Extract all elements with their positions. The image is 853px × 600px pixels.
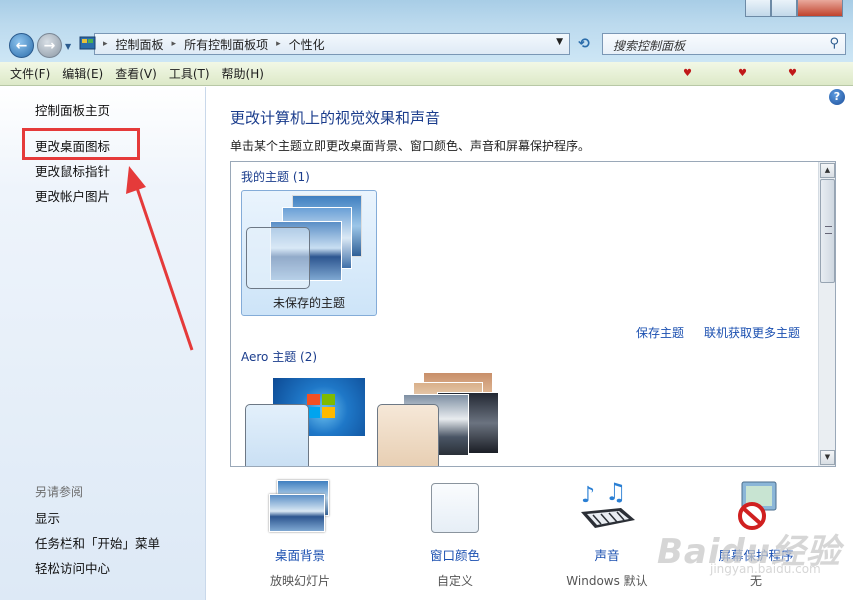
- theme-window-color-swatch: [245, 404, 309, 466]
- desktop-background-icon: [267, 480, 333, 535]
- menu-decoration-icon: ♥: [738, 68, 747, 79]
- back-button[interactable]: ←: [9, 33, 34, 58]
- sidebar-link-mouse-pointer[interactable]: 更改鼠标指针: [35, 161, 110, 180]
- theme-window-color-swatch: [377, 404, 439, 466]
- windows-logo-icon: [307, 394, 335, 418]
- baidu-watermark-url: jingyan.baidu.com: [710, 562, 821, 576]
- desktop-background-title: 桌面背景: [274, 548, 325, 563]
- arrow-right-icon: →: [43, 37, 56, 54]
- menu-tools[interactable]: 工具(T): [169, 65, 210, 82]
- menu-decoration-icon: ♥: [788, 68, 797, 79]
- window-color-item[interactable]: 窗口颜色 自定义: [385, 480, 525, 589]
- menu-bar: 文件(F) 编辑(E) 查看(V) 工具(T) 帮助(H) ♥ ♥ ♥: [0, 62, 853, 86]
- help-icon[interactable]: ?: [829, 89, 845, 105]
- annotation-arrow-icon: [126, 166, 194, 351]
- see-also-display[interactable]: 显示: [35, 508, 60, 527]
- sound-icon: ♪ ♫: [577, 478, 637, 535]
- menu-file[interactable]: 文件(F): [10, 65, 50, 82]
- see-also-taskbar[interactable]: 任务栏和「开始」菜单: [35, 533, 160, 552]
- menu-decoration-icon: ♥: [683, 68, 692, 79]
- menu-edit[interactable]: 编辑(E): [62, 65, 103, 82]
- menu-help[interactable]: 帮助(H): [222, 65, 264, 82]
- breadcrumb-personalization[interactable]: 个性化: [289, 36, 325, 53]
- breadcrumb-control-panel[interactable]: 控制面板: [116, 36, 164, 53]
- scroll-down-button[interactable]: ▼: [820, 450, 835, 465]
- breadcrumb-all-items[interactable]: 所有控制面板项: [184, 36, 268, 53]
- menu-view[interactable]: 查看(V): [115, 65, 157, 82]
- title-bar: ← → ▼ ▸ 控制面板 ▸ 所有控制面板项 ▸ 个性化 ▼ ⟲ 搜索控制面板 …: [0, 0, 853, 62]
- page-description: 单击某个主题立即更改桌面背景、窗口颜色、声音和屏幕保护程序。: [230, 139, 591, 153]
- svg-text:♫: ♫: [605, 480, 627, 506]
- sidebar-link-account-picture[interactable]: 更改帐户图片: [35, 186, 110, 205]
- search-input[interactable]: 搜索控制面板 ⚲: [602, 33, 846, 55]
- scroll-up-button[interactable]: ▲: [820, 163, 835, 178]
- theme-landscapes[interactable]: [377, 372, 507, 466]
- page-title: 更改计算机上的视觉效果和声音: [230, 109, 441, 127]
- window-color-subtitle: 自定义: [436, 574, 473, 588]
- desktop-background-subtitle: 放映幻灯片: [269, 574, 330, 588]
- control-panel-icon: [79, 36, 96, 50]
- theme-unsaved-label: 未保存的主题: [272, 296, 345, 310]
- theme-unsaved[interactable]: 未保存的主题: [241, 190, 377, 316]
- breadcrumb-separator[interactable]: ▸: [276, 39, 281, 49]
- breadcrumb-separator: ▸: [103, 39, 108, 49]
- theme-window-color-swatch: [246, 227, 310, 289]
- my-themes-header: 我的主题 (1): [241, 170, 310, 184]
- see-also-ease-of-access[interactable]: 轻松访问中心: [35, 558, 110, 577]
- scroll-thumb[interactable]: [820, 179, 835, 283]
- save-theme-link[interactable]: 保存主题: [636, 324, 684, 341]
- maximize-button[interactable]: [771, 0, 797, 17]
- sound-title: 声音: [594, 548, 620, 563]
- breadcrumb-separator[interactable]: ▸: [172, 39, 177, 49]
- themes-list: 我的主题 (1) 未保存的主题 保存主题 联机获取更多主题 Aero 主题 (2…: [230, 161, 836, 467]
- scroll-grip-icon: [825, 226, 832, 234]
- forward-button[interactable]: →: [37, 33, 62, 58]
- refresh-icon[interactable]: ⟲: [575, 36, 593, 52]
- address-dropdown-icon[interactable]: ▼: [556, 37, 563, 47]
- window-color-icon: [431, 483, 479, 533]
- search-icon[interactable]: ⚲: [829, 36, 839, 51]
- sound-subtitle: Windows 默认: [566, 574, 648, 588]
- desktop-background-item[interactable]: 桌面背景 放映幻灯片: [230, 480, 370, 589]
- minimize-button[interactable]: [745, 0, 771, 17]
- sound-item[interactable]: ♪ ♫ 声音 Windows 默认: [537, 478, 677, 589]
- sidebar-home-link[interactable]: 控制面板主页: [35, 100, 110, 119]
- window-color-title: 窗口颜色: [429, 548, 480, 563]
- get-more-themes-link[interactable]: 联机获取更多主题: [704, 324, 800, 341]
- close-button[interactable]: [797, 0, 843, 17]
- theme-windows-7[interactable]: [241, 374, 367, 466]
- search-placeholder: 搜索控制面板: [613, 39, 686, 53]
- arrow-left-icon: ←: [15, 37, 28, 54]
- see-also-header: 另请参阅: [35, 485, 84, 499]
- recent-pages-dropdown[interactable]: ▼: [65, 42, 71, 51]
- window-controls: [745, 0, 843, 17]
- svg-text:♪: ♪: [581, 483, 595, 508]
- aero-themes-header: Aero 主题 (2): [241, 350, 318, 364]
- annotation-highlight-box: [22, 128, 140, 160]
- personalization-window: ← → ▼ ▸ 控制面板 ▸ 所有控制面板项 ▸ 个性化 ▼ ⟲ 搜索控制面板 …: [0, 0, 853, 600]
- themes-scrollbar[interactable]: ▲ ▼: [818, 162, 835, 466]
- address-bar[interactable]: ▸ 控制面板 ▸ 所有控制面板项 ▸ 个性化 ▼: [79, 33, 570, 55]
